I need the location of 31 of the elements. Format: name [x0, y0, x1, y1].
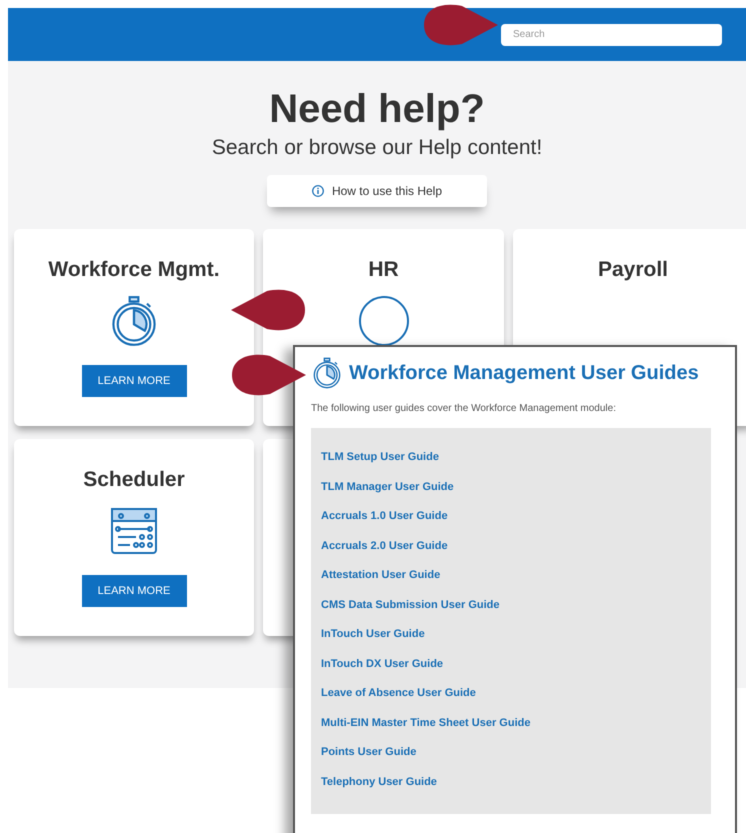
info-icon [312, 185, 324, 197]
guide-link[interactable]: Points User Guide [321, 745, 416, 760]
card-title: Scheduler [83, 467, 185, 493]
card-title: Workforce Mgmt. [48, 257, 220, 283]
guide-link[interactable]: Telephony User Guide [321, 774, 437, 790]
guide-link[interactable]: InTouch User Guide [321, 627, 425, 642]
search-field[interactable]: Search [501, 24, 722, 46]
guide-link[interactable]: Accruals 2.0 User Guide [321, 538, 448, 554]
pointer-marker-icon [229, 287, 307, 333]
panel-title: Workforce Management User Guides [349, 361, 699, 386]
guide-link[interactable]: Multi-EIN Master Time Sheet User Guide [321, 716, 530, 730]
guide-link[interactable]: InTouch DX User Guide [321, 656, 444, 672]
help-button[interactable]: How to use this Help [267, 175, 487, 207]
circle-icon [358, 295, 410, 347]
page-title: Need help? [269, 86, 485, 133]
guide-link[interactable]: Accruals 1.0 User Guide [321, 509, 448, 524]
learn-more-button[interactable]: LEARN MORE [82, 575, 186, 607]
guide-link[interactable]: CMS Data Submission User Guide [321, 598, 500, 612]
learn-more-button[interactable]: LEARN MORE [82, 365, 186, 397]
pointer-marker-icon [230, 352, 308, 398]
guide-link[interactable]: TLM Manager User Guide [321, 480, 454, 494]
guide-link[interactable]: TLM Setup User Guide [321, 450, 439, 465]
panel-intro: The following user guides cover the Workforce Management module: [311, 402, 617, 416]
guide-link[interactable]: Leave of Absence User Guide [321, 686, 476, 701]
card-title: HR [368, 257, 399, 283]
stopwatch-icon [311, 357, 343, 389]
card-title: Payroll [598, 257, 668, 283]
page-subtitle: Search or browse our Help content! [212, 135, 542, 161]
calendar-icon [110, 507, 158, 555]
pointer-marker-icon [422, 2, 500, 48]
guide-link[interactable]: Attestation User Guide [321, 568, 440, 583]
